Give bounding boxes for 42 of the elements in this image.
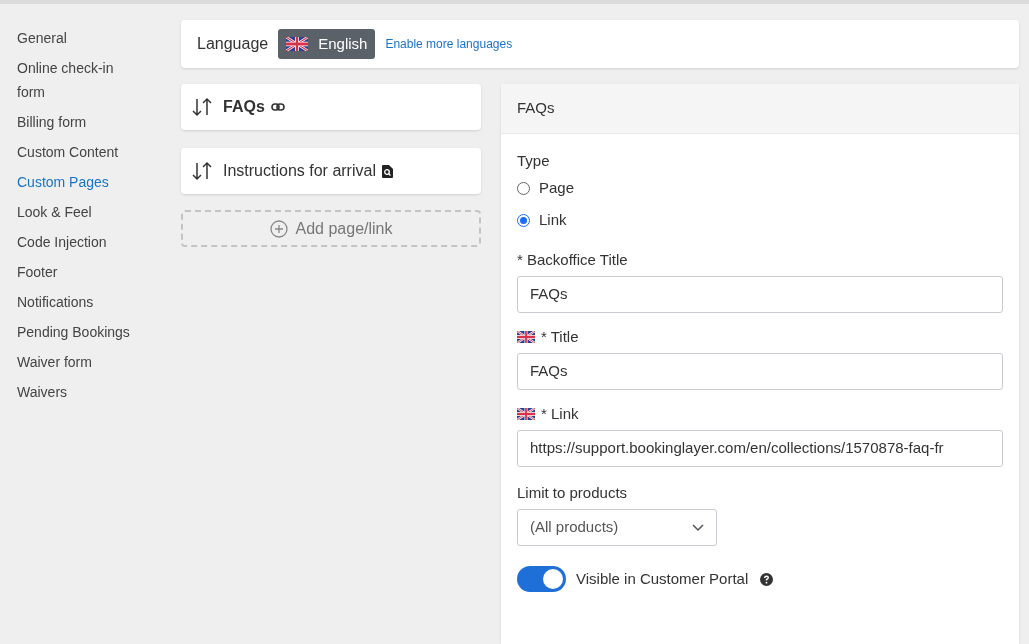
- text-field[interactable]: FAQs: [517, 353, 1003, 390]
- sidebar-item[interactable]: Footer: [17, 257, 135, 287]
- sidebar-item[interactable]: Online check-in form: [17, 53, 135, 107]
- enable-languages-link[interactable]: Enable more languages: [385, 35, 513, 53]
- plus-circle-icon: [269, 219, 288, 238]
- page-title: Instructions for arrival: [223, 161, 376, 181]
- products-dropdown[interactable]: (All products): [517, 509, 717, 546]
- panel-header: FAQs: [501, 84, 1019, 134]
- page-card[interactable]: Instructions for arrival: [181, 148, 481, 194]
- sort-arrows-icon[interactable]: [191, 161, 213, 181]
- language-button[interactable]: English: [278, 29, 376, 59]
- sidebar-item[interactable]: Waivers: [17, 377, 135, 407]
- help-icon[interactable]: [760, 572, 774, 586]
- add-page-button[interactable]: Add page/link: [181, 210, 481, 247]
- language-label: Language: [197, 34, 269, 54]
- link-icon: [270, 103, 285, 111]
- sidebar-item[interactable]: Notifications: [17, 287, 135, 317]
- sidebar-item[interactable]: General: [17, 23, 135, 53]
- field-label: * Backoffice Title: [517, 249, 628, 270]
- text-field[interactable]: FAQs: [517, 276, 1003, 313]
- sidebar-item[interactable]: Code Injection: [17, 227, 135, 257]
- field-label: * Title: [541, 326, 579, 347]
- chevron-down-icon: [692, 523, 704, 532]
- uk-flag-icon: [286, 37, 309, 51]
- sidebar-item[interactable]: Waiver form: [17, 347, 135, 377]
- document-search-icon: [381, 164, 393, 178]
- sidebar-item[interactable]: Billing form: [17, 107, 135, 137]
- sidebar-item[interactable]: Look & Feel: [17, 197, 135, 227]
- field-label: * Link: [541, 403, 579, 424]
- sidebar-item[interactable]: Pending Bookings: [17, 317, 135, 347]
- sidebar-item[interactable]: Custom Pages: [17, 167, 135, 197]
- page-card[interactable]: FAQs: [181, 84, 481, 130]
- sidebar-item[interactable]: Custom Content: [17, 137, 135, 167]
- visibility-toggle[interactable]: [517, 566, 566, 592]
- page-title: FAQs: [223, 97, 265, 117]
- type-label: Type: [517, 151, 551, 171]
- toggle-label: Visible in Customer Portal: [576, 568, 749, 589]
- text-field[interactable]: https://support.bookinglayer.com/en/collections/1570878-faq-fr: [517, 430, 1003, 467]
- radio-label: Page: [539, 177, 575, 198]
- limit-label: Limit to products: [517, 483, 629, 503]
- radio-label: Link: [539, 209, 567, 230]
- sort-arrows-icon[interactable]: [191, 97, 213, 117]
